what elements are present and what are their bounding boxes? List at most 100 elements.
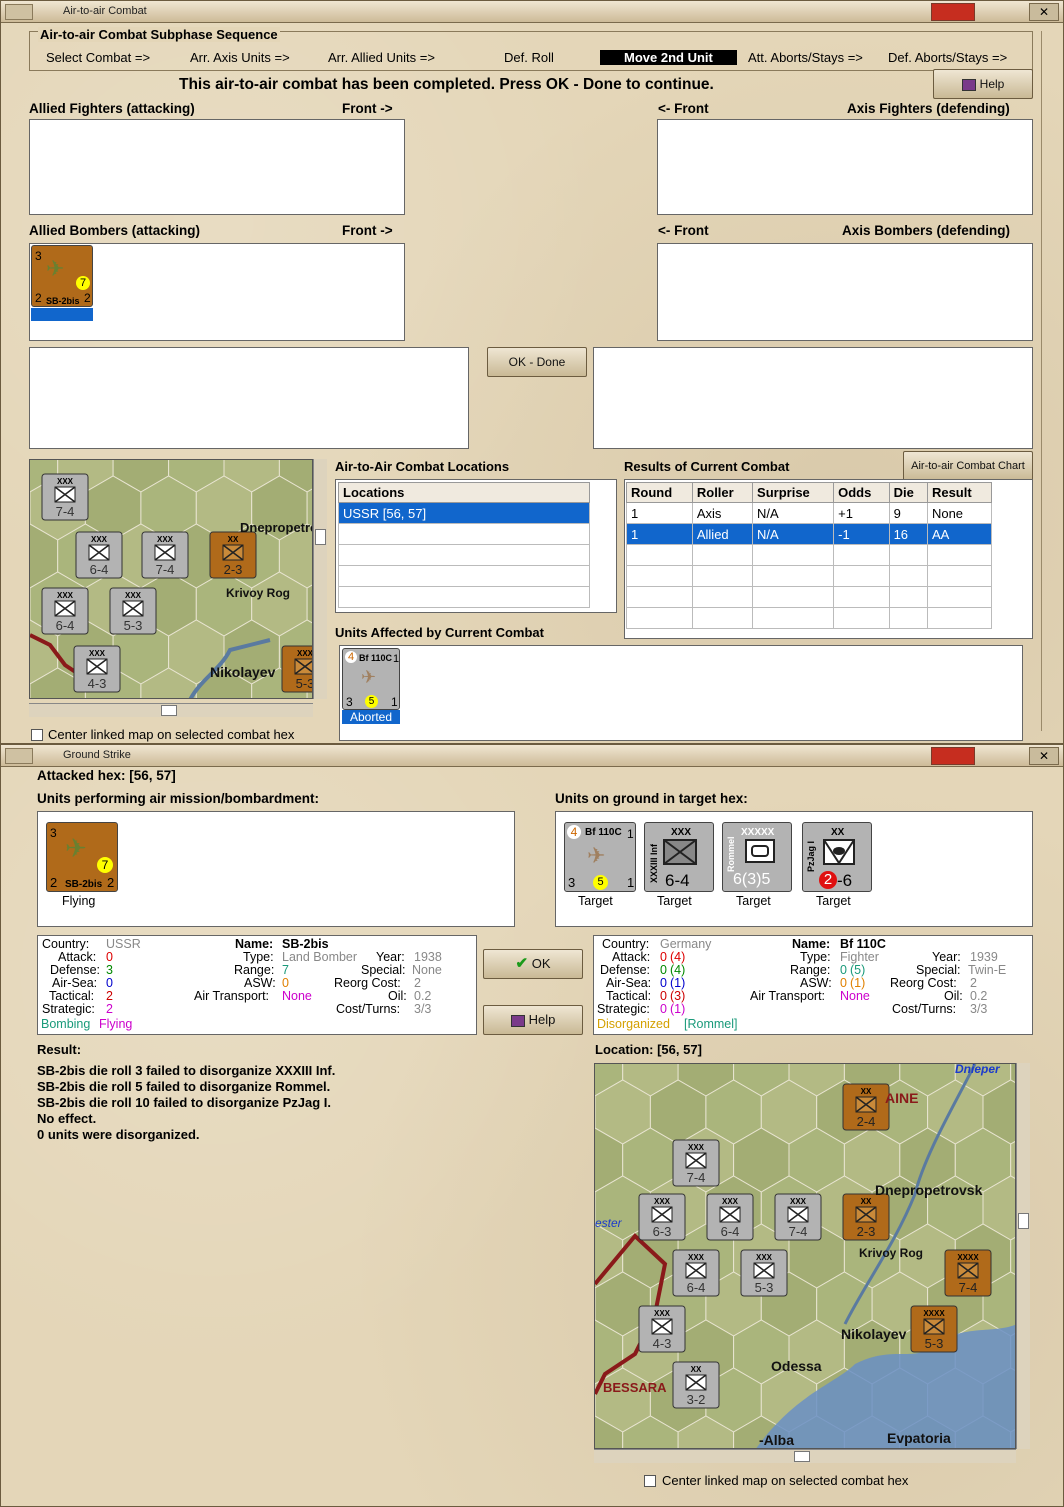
unit-counter-7-4: XXX 7-4 [672, 1139, 720, 1187]
soviet-flag-icon [931, 747, 975, 765]
close-icon[interactable]: ✕ [1029, 747, 1059, 765]
ground-units-list[interactable]: 4 Bf 110C 1 ✈ 3 5 1 Target XXX XXXIII In… [555, 811, 1033, 927]
counter-top-left: 4 [567, 825, 581, 839]
scroll-thumb[interactable] [315, 529, 326, 545]
map-label-bessarabia: BESSARA [603, 1380, 667, 1395]
unit-counter-6-4: XXX 6-4 [75, 531, 123, 579]
map-label-krivoy: Krivoy Rog [859, 1246, 924, 1260]
counter-top-right: 1 [393, 653, 400, 665]
linked-map-top[interactable]: XXX 7-4 XXX 6-4 XXX 7-4 XX 2-3 XXX 6-4 XXX 5-3 XXX 4-… [29, 459, 313, 699]
result-line: SB-2bis die roll 5 failed to disorganize… [37, 1079, 331, 1094]
ground-strike-window: Ground Strike ✕ Attacked hex: [56, 57] U… [0, 744, 1064, 1507]
allied-fighters-list[interactable] [29, 119, 405, 215]
center-map-label: Center linked map on selected combat hex [48, 727, 295, 742]
unit-counter-6-3: XXX 6-3 [638, 1193, 686, 1241]
cost-key: Cost/Turns: [892, 1002, 957, 1016]
map-label-aine: AINE [885, 1090, 919, 1106]
map-hscroll[interactable] [594, 1449, 1016, 1463]
sb2bis-counter[interactable]: 3 ✈ 7 2 SB-2bis 2 [46, 822, 118, 892]
locations-header[interactable]: Locations [338, 482, 590, 503]
unit-counter-7-4: XXX 7-4 [774, 1193, 822, 1241]
strategic-key: Strategic: [597, 1002, 650, 1016]
svg-text:6-4: 6-4 [687, 1280, 706, 1295]
svg-text:6-4: 6-4 [721, 1224, 740, 1239]
air-units-list[interactable]: 3 ✈ 7 2 SB-2bis 2 Flying [37, 811, 515, 927]
location-row[interactable]: USSR [56, 57] [338, 502, 590, 524]
help-button[interactable]: Help [483, 1005, 583, 1035]
air-unit-status: Flying [62, 894, 96, 908]
locations-list[interactable]: Locations USSR [56, 57] [335, 479, 617, 613]
svg-text:2-4: 2-4 [857, 1114, 876, 1129]
map-label-dnieper: Dnieper [955, 1063, 1000, 1076]
result-line: 0 units were disorganized. [37, 1127, 200, 1142]
type-value: Land Bomber [282, 950, 358, 964]
bf110c-counter[interactable]: 4 Bf 110C 1 ✈ 3 5 1 [564, 822, 636, 892]
unit-counter-6-4: XXX 6-4 [672, 1249, 720, 1297]
scroll-thumb[interactable] [161, 705, 177, 716]
allied-bombers-list[interactable]: 3 ✈ 7 2 SB-2bis 2 [29, 243, 405, 341]
col-odds[interactable]: Odds [833, 482, 890, 503]
col-result[interactable]: Result [926, 482, 993, 503]
cell-odds: +1 [833, 502, 890, 524]
svg-text:XXX: XXX [297, 649, 313, 658]
table-row[interactable]: 1 Axis N/A +1 9 None [626, 502, 993, 524]
counter-top-left: 3 [35, 249, 42, 263]
sb2bis-counter[interactable]: 3 ✈ 7 2 SB-2bis 2 [31, 245, 93, 307]
axis-bombers-list[interactable] [657, 243, 1033, 341]
cell-result: AA [926, 523, 993, 545]
cell-die: 9 [888, 502, 928, 524]
results-table: Round Roller Surprise Odds Die Result 1 … [626, 482, 993, 629]
map-vscroll[interactable] [1016, 1063, 1030, 1449]
ok-done-button[interactable]: OK - Done [487, 347, 587, 377]
ok-button[interactable]: ✔ OK [483, 949, 583, 979]
table-row[interactable]: 1 Allied N/A -1 16 AA [626, 523, 993, 545]
rommel-counter[interactable]: XXXXX Rommel 6(3)5 [722, 822, 792, 892]
window-menu-icon[interactable] [5, 4, 33, 20]
window-resize-edge[interactable] [1041, 31, 1053, 731]
svg-text:XXX: XXX [722, 1197, 739, 1206]
air-combat-titlebar[interactable]: Air-to-air Combat ✕ [1, 1, 1063, 23]
combat-chart-button[interactable]: Air-to-air Combat Chart [903, 451, 1033, 481]
xxxiii-inf-counter[interactable]: XXX XXXIII Inf 6-4 [644, 822, 714, 892]
linked-map-bottom[interactable]: XX 2-4 XXX 7-4 XXX 6-3 XXX 6-4 XXX 7-4 XX 2-3 XXX 6-4… [594, 1063, 1016, 1449]
counter-name: SB-2bis [46, 296, 80, 306]
seq-att-aborts: Att. Aborts/Stays => [748, 50, 863, 65]
svg-text:XX: XX [861, 1197, 872, 1206]
center-map-checkbox[interactable] [644, 1475, 656, 1487]
defender-info-panel: Country: Germany Attack: 0 (4) Defense: … [593, 935, 1033, 1035]
col-surprise[interactable]: Surprise [752, 482, 835, 503]
help-button[interactable]: Help [933, 69, 1033, 99]
ok-label: OK [531, 956, 551, 971]
allied-message-box [29, 347, 469, 449]
col-die[interactable]: Die [888, 482, 928, 503]
help-book-icon [510, 1014, 525, 1027]
affected-units-list[interactable]: 4 Bf 110C 1 ✈ 3 5 1 Aborted [339, 645, 1023, 741]
scroll-thumb[interactable] [794, 1451, 810, 1462]
map-label-nikolayev: Nikolayev [841, 1326, 907, 1342]
units-air-label: Units performing air mission/bombardment… [37, 791, 320, 806]
map-vscroll[interactable] [313, 459, 327, 699]
unit-size: XXXXX [741, 827, 775, 838]
seq-arr-axis: Arr. Axis Units => [190, 50, 290, 65]
counter-top-left: 3 [50, 826, 57, 840]
bf110c-counter[interactable]: 4 Bf 110C 1 ✈ 3 5 1 [342, 648, 400, 710]
scroll-thumb[interactable] [1018, 1213, 1029, 1229]
col-roller[interactable]: Roller [691, 482, 754, 503]
unit-size: XX [831, 827, 845, 838]
attacker-info-panel: Country: USSR Attack: 0 Defense: 3 Air-S… [37, 935, 477, 1035]
svg-text:XXX: XXX [654, 1197, 671, 1206]
pzjag-counter[interactable]: XX PzJag I 2 -6 [802, 822, 872, 892]
close-icon[interactable]: ✕ [1029, 3, 1059, 21]
window-menu-icon[interactable] [5, 748, 33, 764]
soviet-flag-icon [931, 3, 975, 21]
svg-text:6-3: 6-3 [653, 1224, 672, 1239]
col-round[interactable]: Round [626, 482, 693, 503]
counter-attack: 7 [97, 857, 113, 873]
map-hscroll[interactable] [29, 703, 313, 717]
ground-strike-titlebar[interactable]: Ground Strike ✕ [1, 745, 1063, 767]
center-map-checkbox[interactable] [31, 729, 43, 741]
aircraft-icon: ✈ [65, 833, 87, 863]
axis-fighters-list[interactable] [657, 119, 1033, 215]
selection-bar [31, 308, 93, 321]
svg-text:XXX: XXX [91, 535, 108, 544]
